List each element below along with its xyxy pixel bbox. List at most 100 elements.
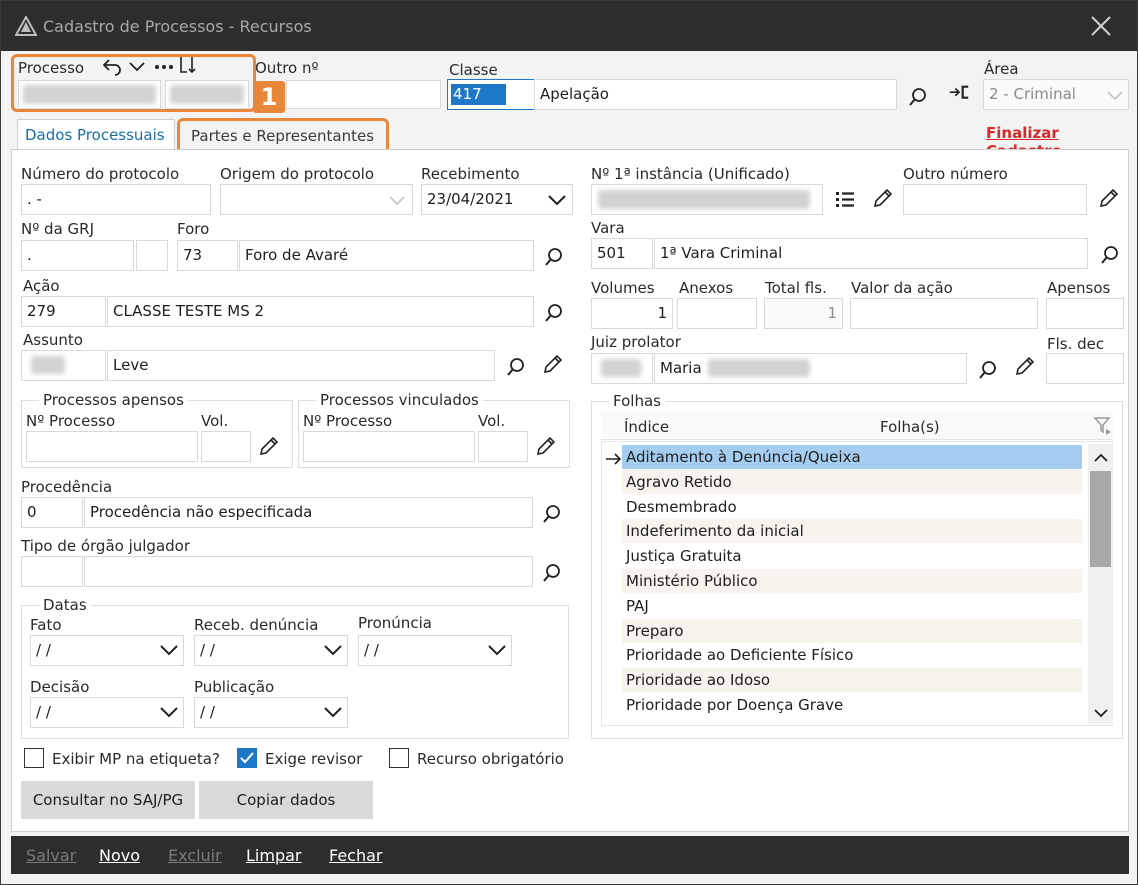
search-icon[interactable] (907, 86, 929, 108)
vinculados-vol-input[interactable] (478, 431, 528, 462)
salvar-button[interactable]: Salvar (26, 846, 76, 865)
recurso-obrigatorio-label: Recurso obrigatório (417, 750, 564, 768)
outro-no-input[interactable] (286, 80, 441, 109)
procedencia-code-input[interactable]: 0 (21, 497, 83, 528)
search-icon[interactable] (543, 246, 565, 268)
consultar-saj-button[interactable]: Consultar no SAJ/PG (21, 781, 195, 819)
anexos-input[interactable] (677, 298, 757, 329)
classe-name-field: Apelação (534, 79, 897, 110)
search-icon[interactable] (541, 562, 563, 584)
origem-protocolo-select[interactable] (220, 184, 413, 215)
classe-label: Classe (449, 61, 498, 79)
apensos-vol-input[interactable] (201, 431, 251, 462)
valor-acao-input[interactable] (850, 298, 1038, 329)
list-item[interactable]: Preparo (622, 619, 1082, 643)
acao-label: Ação (23, 277, 60, 295)
close-icon[interactable] (1087, 12, 1115, 40)
fechar-button[interactable]: Fechar (329, 846, 383, 865)
pencil-icon[interactable] (535, 435, 557, 457)
foro-label: Foro (177, 220, 210, 238)
list-item[interactable]: Aditamento à Denúncia/Queixa (622, 445, 1082, 469)
foro-code-input[interactable]: 73 (177, 240, 238, 271)
tab-dados-label: Dados Processuais (25, 126, 165, 144)
list-item[interactable]: Desmembrado (622, 495, 1082, 519)
grj-input-1[interactable]: . (21, 240, 134, 271)
chevron-down-icon[interactable] (323, 702, 343, 722)
list-item[interactable]: Prioridade ao Idoso (622, 668, 1082, 692)
list-item[interactable]: Ministério Público (622, 569, 1082, 593)
arrow-to-bracket-icon[interactable] (948, 83, 970, 105)
pronuncia-label: Pronúncia (358, 614, 432, 632)
classe-code-input[interactable]: 417 (447, 79, 535, 110)
filter-icon[interactable] (1092, 415, 1114, 437)
vinculados-vol-label: Vol. (478, 412, 506, 430)
juiz-name-field: Maria (654, 353, 967, 384)
chevron-down-icon[interactable] (323, 640, 343, 660)
vara-code-input[interactable]: 501 (591, 238, 653, 269)
n1-instancia-label: Nº 1ª instância (Unificado) (591, 165, 790, 183)
apensos-vol-label: Vol. (201, 412, 229, 430)
volumes-input[interactable]: 1 (591, 298, 673, 329)
redacted-juiz-surname (708, 359, 810, 377)
list-icon[interactable] (834, 188, 856, 210)
apensos-input[interactable] (1046, 298, 1124, 329)
exige-revisor-label: Exige revisor (265, 750, 363, 768)
pencil-icon[interactable] (542, 353, 564, 375)
vara-label: Vara (591, 219, 625, 237)
search-icon[interactable] (1099, 244, 1121, 266)
acao-code-input[interactable]: 279 (21, 296, 106, 327)
fls-dec-input[interactable] (1046, 353, 1124, 384)
exige-revisor-checkbox[interactable] (237, 748, 257, 768)
search-icon[interactable] (543, 302, 565, 324)
chevron-down-icon[interactable] (547, 190, 567, 210)
pencil-icon[interactable] (1014, 355, 1036, 377)
recurso-obrigatorio-checkbox[interactable] (389, 748, 409, 768)
orgao-code-input[interactable] (21, 556, 83, 587)
chevron-down-icon[interactable] (159, 640, 179, 660)
exibir-mp-label: Exibir MP na etiqueta? (52, 750, 220, 768)
list-item[interactable]: Agravo Retido (622, 470, 1082, 494)
origem-protocolo-label: Origem do protocolo (220, 165, 375, 183)
apensos-label: Apensos (1047, 279, 1111, 297)
limpar-button[interactable]: Limpar (246, 846, 301, 865)
search-icon[interactable] (541, 503, 563, 525)
folhas-title: Folhas (609, 392, 665, 410)
search-icon[interactable] (505, 356, 527, 378)
folhas-scroll-thumb[interactable] (1090, 471, 1111, 567)
num-protocolo-input[interactable]: . - (21, 184, 211, 215)
pencil-icon[interactable] (1098, 187, 1120, 209)
outro-numero-input[interactable] (903, 184, 1087, 215)
grj-input-2[interactable] (136, 240, 168, 271)
list-item[interactable]: PAJ (622, 594, 1082, 618)
vinculados-nprocesso-label: Nº Processo (303, 412, 393, 430)
copiar-dados-button[interactable]: Copiar dados (199, 781, 373, 819)
recebimento-label: Recebimento (421, 165, 520, 183)
chevron-down-icon[interactable] (159, 702, 179, 722)
tab-dados-processuais[interactable]: Dados Processuais (17, 119, 175, 151)
pencil-icon[interactable] (872, 187, 894, 209)
redacted-n1-instancia (598, 190, 810, 209)
chevron-down-icon[interactable] (487, 640, 507, 660)
apensos-nprocesso-label: Nº Processo (26, 412, 116, 430)
list-item[interactable]: Justiça Gratuita (622, 544, 1082, 568)
list-item[interactable]: Prioridade ao Deficiente Físico (622, 643, 1082, 667)
callout-badge-1: 1 (253, 81, 285, 113)
excluir-button[interactable]: Excluir (168, 846, 222, 865)
outro-numero-label: Outro número (903, 165, 1008, 183)
apensos-nprocesso-input[interactable] (26, 431, 198, 462)
fls-dec-label: Fls. dec (1047, 335, 1105, 353)
scroll-down-icon[interactable] (1090, 702, 1112, 724)
scroll-up-icon[interactable] (1090, 447, 1112, 469)
list-item[interactable]: Prioridade por Doença Grave (622, 693, 1082, 717)
volumes-label: Volumes (591, 279, 655, 297)
window-title: Cadastro de Processos - Recursos (43, 17, 312, 36)
acao-name-field: CLASSE TESTE MS 2 (107, 296, 534, 327)
novo-button[interactable]: Novo (99, 846, 140, 865)
vinculados-nprocesso-input[interactable] (303, 431, 475, 462)
search-icon[interactable] (977, 359, 999, 381)
list-item[interactable]: Indeferimento da inicial (622, 519, 1082, 543)
exibir-mp-checkbox[interactable] (24, 748, 44, 768)
folhas-column-header[interactable]: Folha(s) (880, 418, 940, 436)
pencil-icon[interactable] (258, 435, 280, 457)
indice-column-header[interactable]: Índice (624, 418, 669, 436)
